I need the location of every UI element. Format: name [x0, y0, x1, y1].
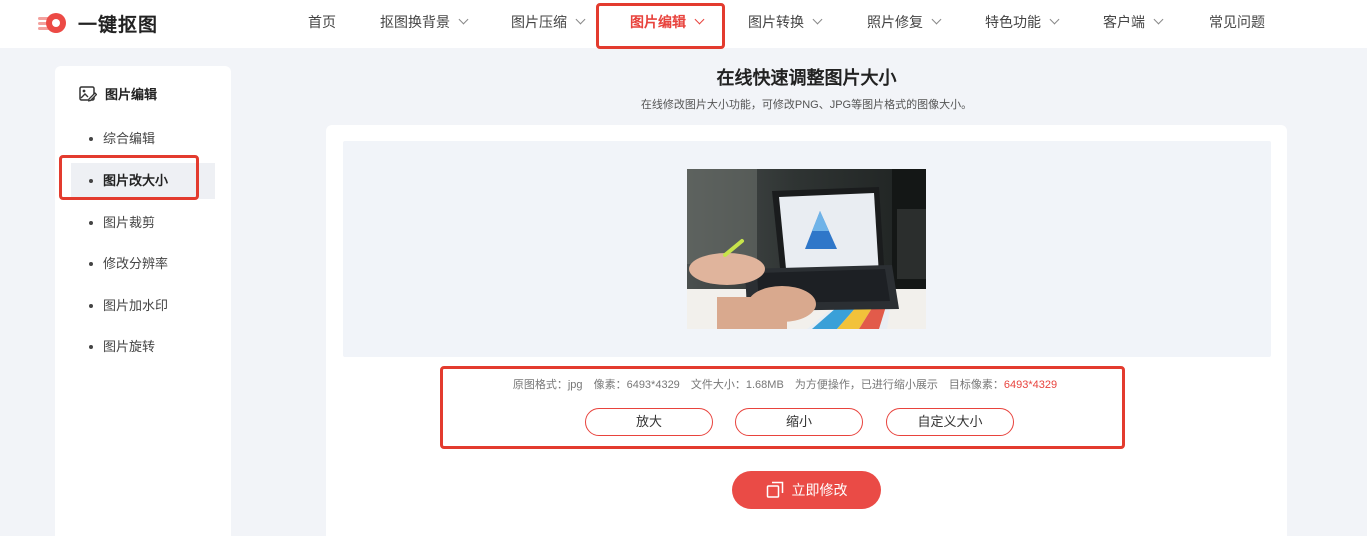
sidebar-title: 图片编辑: [79, 84, 157, 103]
nav-item-client[interactable]: 客户端: [1103, 0, 1164, 44]
resize-icon: [766, 481, 783, 498]
sidebar-item-general-edit[interactable]: 综合编辑: [71, 121, 215, 157]
nav-label: 客户端: [1103, 14, 1145, 30]
bullet-icon: [89, 220, 93, 225]
nav-item-features[interactable]: 特色功能: [985, 0, 1060, 44]
nav-item-cutout[interactable]: 抠图换背景: [380, 0, 469, 44]
nav-item-faq[interactable]: 常见问题: [1209, 0, 1265, 44]
bullet-icon: [89, 136, 93, 141]
sidebar-item-crop[interactable]: 图片裁剪: [71, 205, 215, 241]
sidebar-title-label: 图片编辑: [105, 87, 158, 102]
chevron-down-icon: [1153, 14, 1164, 25]
nav-item-compress[interactable]: 图片压缩: [511, 0, 586, 44]
nav-item-repair[interactable]: 照片修复: [867, 0, 942, 44]
bullet-icon: [89, 261, 93, 266]
sidebar-highlight-box: [59, 155, 199, 200]
chevron-down-icon: [1049, 14, 1060, 25]
bullet-icon: [89, 344, 93, 349]
sidebar-item-watermark[interactable]: 图片加水印: [71, 288, 215, 324]
sidebar-item-label: 修改分辨率: [103, 256, 169, 271]
sidebar-item-rotate[interactable]: 图片旋转: [71, 329, 215, 365]
chevron-down-icon: [458, 14, 469, 25]
nav-highlight-box: [596, 3, 725, 49]
nav-label: 抠图换背景: [380, 14, 450, 30]
chevron-down-icon: [575, 14, 586, 25]
sidebar-item-label: 综合编辑: [103, 131, 156, 146]
nav-label: 特色功能: [985, 14, 1041, 30]
chevron-down-icon: [812, 14, 823, 25]
sidebar-item-label: 图片裁剪: [103, 215, 156, 230]
sidebar-item-label: 图片旋转: [103, 339, 156, 354]
nav-item-convert[interactable]: 图片转换: [748, 0, 823, 44]
nav-label: 常见问题: [1209, 14, 1265, 30]
sidebar-item-resolution[interactable]: 修改分辨率: [71, 246, 215, 282]
nav-label: 照片修复: [867, 14, 923, 30]
nav-label: 图片转换: [748, 14, 804, 30]
apply-button[interactable]: 立即修改: [732, 471, 881, 509]
options-highlight-box: [440, 366, 1125, 449]
nav-label: 图片压缩: [511, 14, 567, 30]
chevron-down-icon: [931, 14, 942, 25]
sidebar: 图片编辑 综合编辑 图片改大小 图片裁剪 修改分辨率 图片加水印 图片旋转: [55, 66, 231, 536]
nav-item-home[interactable]: 首页: [308, 0, 336, 44]
preview-image: [687, 169, 926, 329]
image-edit-icon: [79, 85, 97, 102]
nav-label: 首页: [308, 14, 336, 30]
sidebar-item-label: 图片加水印: [103, 298, 169, 313]
page-title: 在线快速调整图片大小: [716, 68, 897, 88]
page-subtitle: 在线修改图片大小功能，可修改PNG、JPG等图片格式的图像大小。: [640, 99, 973, 111]
bullet-icon: [89, 303, 93, 308]
apply-button-label: 立即修改: [791, 482, 848, 498]
